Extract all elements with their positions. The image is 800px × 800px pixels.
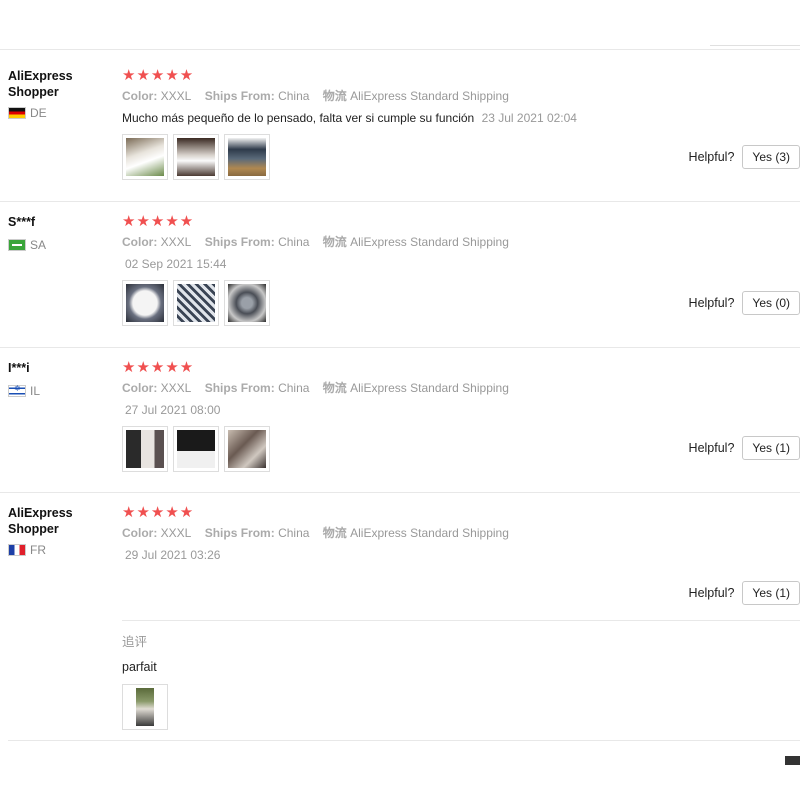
helpful-section: Helpful? Yes (3) [689,145,800,169]
color-value: XXXL [160,526,192,540]
review-item: AliExpress Shopper FR ★★★★★ Color: XXXL … [8,493,800,741]
reviewer-country: DE [8,106,118,120]
reviewer-name: AliExpress Shopper [8,69,73,99]
followup-label: 追评 [122,635,148,649]
shipping-value: AliExpress Standard Shipping [350,381,509,395]
star-rating: ★★★★★ [122,504,195,521]
shipping-value: AliExpress Standard Shipping [350,235,509,249]
shipping-value: AliExpress Standard Shipping [350,526,509,540]
reviewer-name: I***i [8,361,30,375]
france-flag-icon [8,544,26,556]
review-meta: Color: XXXL Ships From: China 物流 AliExpr… [122,381,800,396]
reviewer-name: AliExpress Shopper [8,506,73,536]
germany-flag-icon [8,107,26,119]
helpful-yes-button[interactable]: Yes (0) [742,291,800,315]
corner-mark [785,756,800,765]
color-label: Color: [122,235,158,249]
helpful-label: Helpful? [688,296,735,310]
review-photo[interactable] [122,134,168,180]
review-meta: Color: XXXL Ships From: China 物流 AliExpr… [122,526,800,541]
helpful-yes-button[interactable]: Yes (1) [742,581,800,605]
review-date: 23 Jul 2021 02:04 [481,111,577,125]
saudi-arabia-flag-icon [8,239,26,251]
helpful-section: Helpful? Yes (1) [689,436,800,460]
helpful-label: Helpful? [688,586,735,600]
ships-from-value: China [278,89,310,103]
review-content: ★★★★★ Color: XXXL Ships From: China 物流 A… [122,505,800,563]
reviewer-info: AliExpress Shopper FR [8,505,118,557]
helpful-yes-button[interactable]: Yes (3) [742,145,800,169]
review-item: I***i IL ★★★★★ Color: XXXL Ships From: C… [0,348,800,493]
followup-review: 追评 parfait [122,620,800,730]
review-item: S***f SA ★★★★★ Color: XXXL Ships From: C… [0,202,800,348]
review-date: 29 Jul 2021 03:26 [125,548,221,562]
followup-text: parfait [122,660,157,674]
review-text: Mucho más pequeño de lo pensado, falta v… [122,111,475,125]
review-meta: Color: XXXL Ships From: China 物流 AliExpr… [122,89,800,104]
review-photo[interactable] [122,426,168,472]
ships-from-value: China [278,235,310,249]
review-photo[interactable] [224,280,270,326]
helpful-yes-button[interactable]: Yes (1) [742,436,800,460]
shipping-label: 物流 [322,526,347,540]
star-rating: ★★★★★ [122,67,195,84]
israel-flag-icon [8,384,26,397]
review-photo[interactable] [173,280,219,326]
star-rating: ★★★★★ [122,359,195,376]
country-code: SA [30,238,47,252]
country-code: DE [30,106,47,120]
ships-from-label: Ships From: [204,235,275,249]
reviewer-name: S***f [8,215,36,229]
review-photo[interactable] [122,684,168,730]
color-label: Color: [122,381,158,395]
color-label: Color: [122,526,158,540]
top-divider [0,49,800,50]
color-value: XXXL [160,235,192,249]
review-photo[interactable] [224,134,270,180]
helpful-label: Helpful? [688,150,735,164]
followup-photos [122,684,800,730]
shipping-label: 物流 [322,89,347,103]
ships-from-value: China [278,526,310,540]
ships-from-label: Ships From: [204,526,275,540]
helpful-section: Helpful? Yes (1) [689,581,800,605]
shipping-label: 物流 [322,381,347,395]
helpful-label: Helpful? [688,441,735,455]
review-photo[interactable] [173,134,219,180]
helpful-section: Helpful? Yes (0) [689,291,800,315]
review-text-line: Mucho más pequeño de lo pensado, falta v… [122,111,800,126]
top-divider-right [710,45,800,46]
star-rating: ★★★★★ [122,213,195,230]
color-value: XXXL [160,89,192,103]
review-date: 02 Sep 2021 15:44 [125,257,227,271]
review-item: AliExpress Shopper DE ★★★★★ Color: XXXL … [0,56,800,202]
ships-from-label: Ships From: [204,89,275,103]
reviewer-info: I***i IL [8,360,118,398]
country-code: FR [30,543,46,557]
shipping-label: 物流 [322,235,347,249]
ships-from-value: China [278,381,310,395]
review-photo[interactable] [122,280,168,326]
reviewer-country: SA [8,238,118,252]
country-code: IL [30,384,41,398]
review-photo[interactable] [224,426,270,472]
review-meta: Color: XXXL Ships From: China 物流 AliExpr… [122,235,800,250]
ships-from-label: Ships From: [204,381,275,395]
color-value: XXXL [160,381,192,395]
reviewer-country: FR [8,543,118,557]
shipping-value: AliExpress Standard Shipping [350,89,509,103]
reviewer-info: S***f SA [8,214,118,252]
review-photo[interactable] [173,426,219,472]
reviewer-country: IL [8,384,118,398]
review-date: 27 Jul 2021 08:00 [125,403,221,417]
color-label: Color: [122,89,158,103]
reviewer-info: AliExpress Shopper DE [8,68,118,120]
